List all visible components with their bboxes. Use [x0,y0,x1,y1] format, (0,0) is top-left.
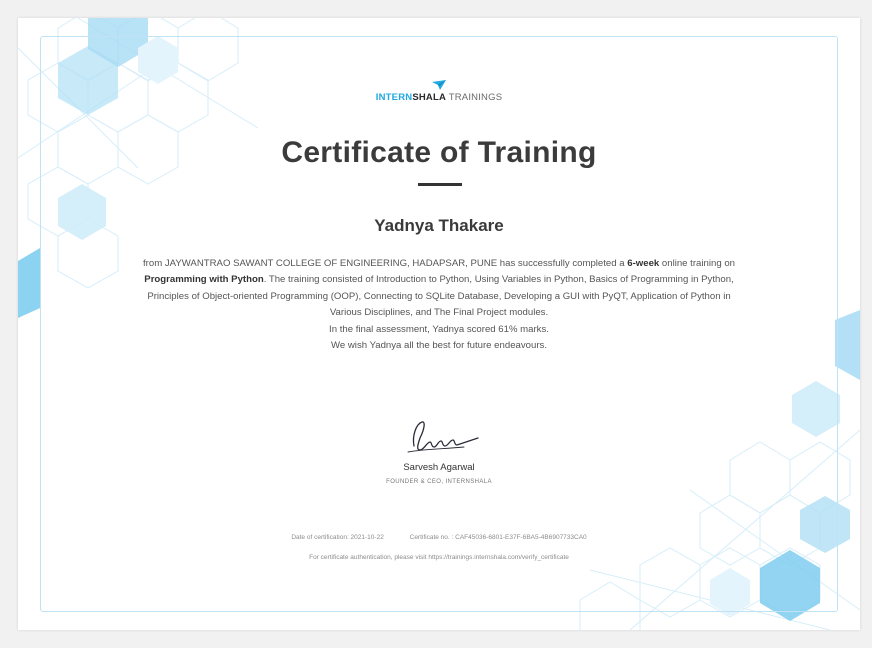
training-duration: 6-week [627,258,660,269]
verification-note: For certificate authentication, please v… [309,554,569,561]
wish-text: We wish Yadnya all the best for future e… [331,340,547,352]
logo-brand-primary: INTERN [375,92,413,103]
assessment-text: In the final assessment, Yadnya scored 6… [329,323,549,335]
title-underline [418,183,462,186]
recipient-name: Yadnya Thakare [374,216,504,235]
certificate-number: Certificate no. : CAF45036-6801-E37F-6BA… [409,534,587,541]
body-intro: from JAYWANTRAO SAWANT COLLEGE OF ENGINE… [143,258,628,269]
paper-plane-icon [432,80,446,90]
training-description: from JAYWANTRAO SAWANT COLLEGE OF ENGINE… [136,256,742,322]
signer-name: Sarvesh Agarwal [403,462,475,473]
certificate-card: INTERNSHALA TRAININGS Certificate of Tra… [18,18,860,630]
logo-brand-suffix: TRAININGS [448,92,503,103]
certification-date: Date of certification: 2021-10-22 [291,534,384,541]
body-mid: online training on [659,258,735,269]
signature-image [407,421,479,453]
certificate-title: Certificate of Training [281,136,597,169]
internshala-trainings-logo: INTERNSHALA TRAININGS [18,80,860,103]
certificate-meta: Date of certification: 2021-10-22 Certif… [18,534,860,541]
certificate-content: INTERNSHALA TRAININGS Certificate of Tra… [18,18,860,630]
logo-brand-secondary: SHALA [412,92,447,103]
course-name: Programming with Python [144,274,264,286]
certificate-body: from JAYWANTRAO SAWANT COLLEGE OF ENGINE… [136,256,742,354]
signer-title: FOUNDER & CEO, INTERNSHALA [386,479,492,485]
